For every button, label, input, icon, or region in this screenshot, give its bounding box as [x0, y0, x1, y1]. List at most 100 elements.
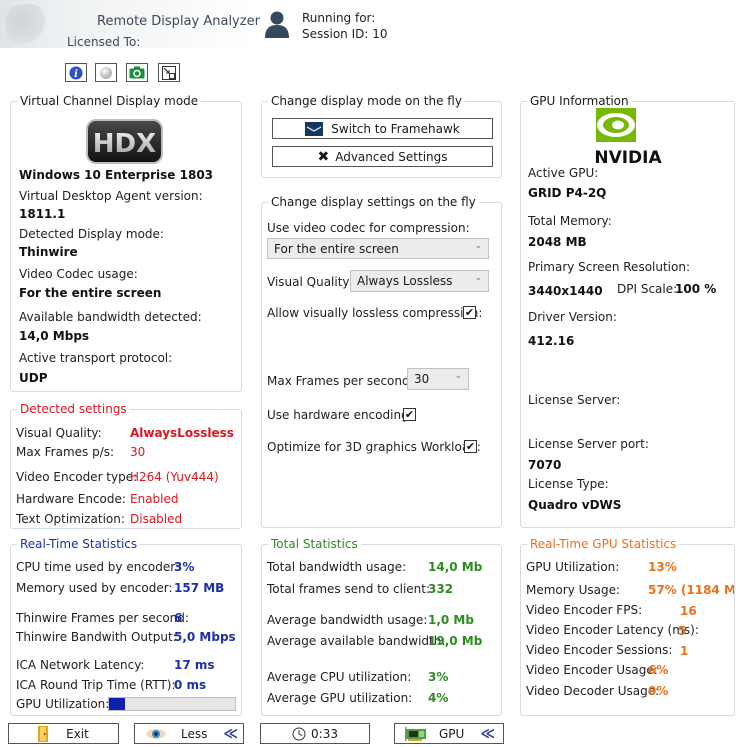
app-title: Remote Display Analyzer [97, 14, 260, 29]
realtime-row-value: 0 ms [174, 678, 207, 692]
timer-button[interactable]: 0:33 [260, 723, 370, 744]
detected-row-value: H264 (Yuv444) [130, 470, 219, 484]
active-gpu-value: GRID P4-2Q [528, 186, 607, 200]
detected-row-label: Video Encoder type: [16, 470, 138, 484]
gpu-utilization-fill [109, 698, 126, 710]
total-row-value: 14,0 Mb [428, 560, 483, 574]
globe-graphic [6, 4, 46, 46]
change-mode-title: Change display mode on the fly [268, 94, 465, 108]
dpi-value: 100 % [675, 282, 717, 296]
codec-compression-label: Use video codec for compression: [267, 221, 470, 235]
gpu-stat-value: 13% [648, 560, 677, 574]
vda-value: 1811.1 [19, 207, 66, 221]
less-button[interactable]: Less ≪ [134, 723, 244, 744]
gpu-stat-label: Video Encoder Sessions: [526, 643, 673, 657]
total-memory-label: Total Memory: [528, 214, 612, 228]
total-row-label: Average CPU utilization: [267, 670, 412, 684]
hdx-logo: HDX [86, 119, 163, 164]
visual-quality-select[interactable]: Always Lossless ⌄ [350, 270, 489, 292]
advanced-settings-button[interactable]: ✖ Advanced Settings [272, 146, 493, 167]
visual-quality-selected: Always Lossless [357, 274, 453, 288]
transport-label: Active transport protocol: [19, 351, 173, 365]
detected-row-value: 30 [130, 445, 146, 459]
codec-compression-select[interactable]: For the entire screen ⌄ [267, 238, 489, 259]
gpu-stat-label: Video Encoder Usage: [526, 663, 658, 677]
lossless-label: Allow visually lossless compression: [267, 306, 483, 320]
license-port-label: License Server port: [528, 437, 649, 451]
info-icon: i [69, 66, 83, 80]
chevron-down-icon: ⌄ [474, 241, 482, 251]
license-type-label: License Type: [528, 477, 609, 491]
session-info: Running for: Session ID: 10 [302, 10, 388, 42]
realtime-row-value: 17 ms [174, 658, 215, 672]
resize-button[interactable] [158, 63, 180, 82]
realtime-row-label: Memory used by encoder: [16, 581, 173, 595]
double-chevron-left-icon: ≪ [223, 725, 239, 742]
detected-row-value: AlwaysLossless [130, 426, 234, 440]
total-row-label: Average available bandwidth: [267, 634, 446, 648]
switch-framehawk-button[interactable]: Switch to Framehawk [272, 118, 493, 139]
gpu-stats-content: GPU Utilization: 13% Memory Usage: 57% (… [526, 556, 734, 711]
double-chevron-left-icon: ≪ [480, 725, 495, 742]
advanced-settings-label: Advanced Settings [335, 149, 448, 164]
resolution-value: 3440x1440 [528, 284, 603, 298]
light-bulb-icon [100, 66, 112, 79]
total-row-label: Average bandwidth usage: [267, 613, 428, 627]
exit-label: Exit [66, 726, 89, 741]
realtime-row-label: Thinwire Bandwith Output: [16, 630, 177, 644]
detected-settings-title: Detected settings [17, 402, 130, 416]
detected-row-value: Enabled [130, 492, 179, 506]
total-row-value: 19,0 Mb [428, 634, 483, 648]
gpu-button[interactable]: GPU ≪ [394, 723, 504, 744]
total-row-value: 332 [428, 582, 454, 596]
gpu-stat-label: Video Encoder FPS: [526, 603, 643, 617]
os-value: Windows 10 Enterprise 1803 [19, 168, 214, 182]
gpu-stat-label: Video Decoder Usage: [526, 684, 660, 698]
info-button[interactable]: i [65, 63, 87, 82]
realtime-row-value: 157 MB [174, 581, 225, 595]
optimize-3d-checkbox[interactable]: ✔ [464, 440, 477, 453]
clock-icon [292, 727, 306, 740]
licensed-to-label: Licensed To: [67, 35, 141, 49]
detected-mode-value: Thinwire [19, 245, 78, 259]
realtime-row-value: 5,0 Mbps [174, 630, 236, 644]
graphics-card-icon [405, 726, 426, 741]
detected-row-value: Disabled [130, 512, 183, 526]
detected-row-label: Visual Quality: [16, 426, 102, 440]
detected-mode-label: Detected Display mode: [19, 227, 164, 241]
license-type-value: Quadro vDWS [528, 498, 622, 512]
light-button[interactable] [95, 63, 117, 82]
screenshot-button[interactable] [126, 63, 148, 82]
gpu-stat-value: 5 [678, 624, 687, 638]
less-label: Less [181, 726, 208, 741]
gpu-button-label: GPU [439, 726, 465, 741]
exit-button[interactable]: Exit [8, 723, 119, 744]
gpu-utilization-bar [108, 697, 236, 711]
total-row-label: Total bandwidth usage: [267, 560, 407, 574]
hw-encoding-checkbox[interactable]: ✔ [403, 408, 416, 421]
gpu-stat-value: 16 [680, 604, 697, 618]
nvidia-logo-text: NVIDIA [594, 148, 662, 166]
gpu-stat-value: 0% [648, 684, 669, 698]
hw-encoding-label: Use hardware encoding: [267, 408, 413, 422]
gpu-stat-label: Memory Usage: [526, 583, 621, 597]
realtime-row-label: Thinwire Frames per second: [16, 611, 189, 625]
tools-icon: ✖ [317, 148, 330, 165]
driver-value: 412.16 [528, 334, 575, 348]
max-fps-label: Max Frames per second: [267, 374, 414, 388]
switch-framehawk-label: Switch to Framehawk [331, 121, 460, 136]
driver-label: Driver Version: [528, 310, 617, 324]
user-icon [265, 11, 289, 38]
max-fps-selected: 30 [414, 372, 430, 386]
running-for-label: Running for: [302, 11, 376, 25]
total-memory-value: 2048 MB [528, 235, 587, 249]
realtime-row-value: 6 [174, 611, 183, 625]
license-port-value: 7070 [528, 458, 562, 472]
nvidia-logo: NVIDIA [594, 108, 662, 166]
max-fps-select[interactable]: 30 ⌄ [407, 368, 469, 390]
license-server-label: License Server: [528, 393, 621, 407]
lossless-checkbox[interactable]: ✔ [463, 306, 476, 319]
display-mode-title: Virtual Channel Display mode [17, 94, 202, 108]
total-row-value: 1,0 Mb [428, 613, 474, 627]
detected-row-label: Hardware Encode: [16, 492, 126, 506]
